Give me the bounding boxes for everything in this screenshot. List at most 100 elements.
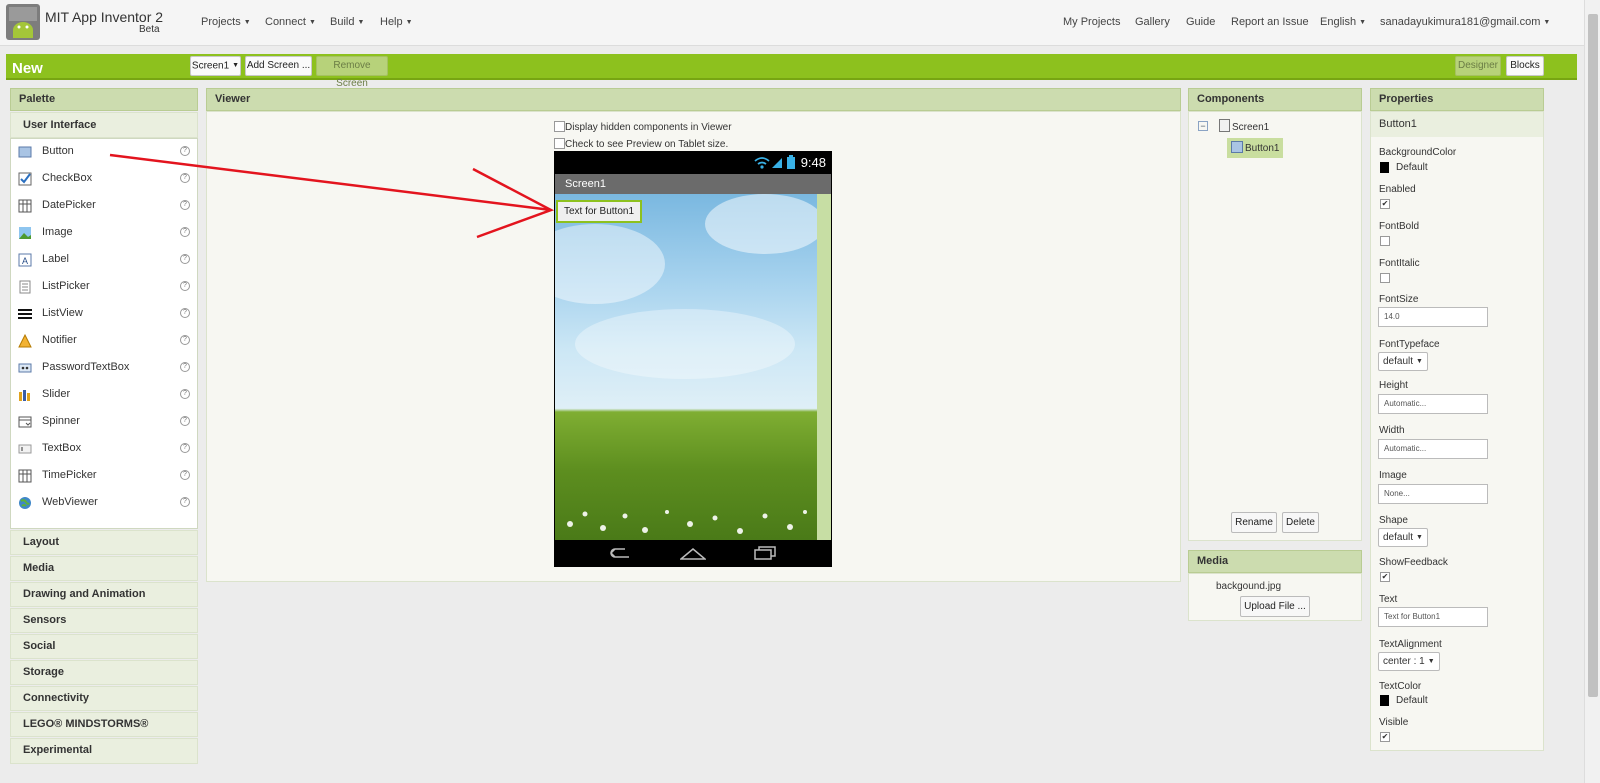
link-guide[interactable]: Guide <box>1186 16 1215 28</box>
link-report-issue[interactable]: Report an Issue <box>1231 16 1309 28</box>
palette-item-passwordtextbox[interactable]: PasswordTextBox ? <box>11 355 197 382</box>
palette-item-datepicker[interactable]: DatePicker ? <box>11 193 197 220</box>
prop-backgroundcolor-value[interactable]: Default <box>1396 162 1428 173</box>
prop-fontbold-checkbox[interactable] <box>1380 236 1390 246</box>
palette-item-listview[interactable]: ListView ? <box>11 301 197 328</box>
wifi-icon <box>754 156 770 172</box>
menu-account[interactable]: sanadayukimura181@gmail.com ▼ <box>1380 16 1550 28</box>
palette-item-checkbox[interactable]: CheckBox ? <box>11 166 197 193</box>
display-hidden-checkbox[interactable] <box>554 121 565 132</box>
project-toolbar <box>6 54 1577 80</box>
caret-down-icon: ▼ <box>1543 18 1551 26</box>
remove-screen-button[interactable]: Remove Screen <box>316 56 388 89</box>
palette-item-webviewer[interactable]: WebViewer ? <box>11 490 197 517</box>
delete-button[interactable]: Delete <box>1282 512 1319 533</box>
help-icon[interactable]: ? <box>180 335 190 345</box>
prop-textalignment-select[interactable]: center : 1 ▼ <box>1378 652 1440 671</box>
collapse-icon[interactable]: − <box>1198 121 1208 131</box>
prop-image-input[interactable]: None... <box>1378 484 1488 504</box>
caret-down-icon: ▼ <box>308 18 316 26</box>
palette-item-timepicker[interactable]: TimePicker ? <box>11 463 197 490</box>
palette-item-textbox[interactable]: TextBox ? <box>11 436 197 463</box>
button1-preview[interactable]: Text for Button1 <box>556 200 642 223</box>
palette-item-slider[interactable]: Slider ? <box>11 382 197 409</box>
prop-height-input[interactable]: Automatic... <box>1378 394 1488 414</box>
menu-build[interactable]: Build ▼ <box>330 16 364 28</box>
category-layout[interactable]: Layout <box>10 530 198 555</box>
signal-icon <box>771 156 783 172</box>
prop-fontitalic-checkbox[interactable] <box>1380 273 1390 283</box>
media-header: Media <box>1188 550 1362 573</box>
select-value: default <box>1383 532 1414 544</box>
tree-item-button1-selected[interactable]: Button1 <box>1227 138 1283 158</box>
menu-language[interactable]: English ▼ <box>1320 16 1366 28</box>
rename-button[interactable]: Rename <box>1231 512 1277 533</box>
upload-file-button[interactable]: Upload File ... <box>1240 596 1310 617</box>
help-icon[interactable]: ? <box>180 254 190 264</box>
palette-item-spinner[interactable]: Spinner ? <box>11 409 197 436</box>
prop-textcolor-value[interactable]: Default <box>1396 695 1428 706</box>
prop-enabled-checkbox[interactable]: ✔ <box>1380 199 1390 209</box>
category-media[interactable]: Media <box>10 556 198 581</box>
app-inventor-logo[interactable] <box>6 4 40 40</box>
prop-visible-label: Visible <box>1379 717 1409 728</box>
link-gallery[interactable]: Gallery <box>1135 16 1170 28</box>
prop-width-label: Width <box>1379 425 1405 436</box>
page-scrollbar[interactable] <box>1584 0 1600 783</box>
prop-fonttypeface-select[interactable]: default ▼ <box>1378 352 1428 371</box>
prop-visible-checkbox[interactable]: ✔ <box>1380 732 1390 742</box>
palette-item-label: ListPicker <box>42 280 90 292</box>
palette-item-label[interactable]: A Label ? <box>11 247 197 274</box>
prop-showfeedback-checkbox[interactable]: ✔ <box>1380 572 1390 582</box>
help-icon[interactable]: ? <box>180 443 190 453</box>
category-lego-mindstorms[interactable]: LEGO® MINDSTORMS® <box>10 712 198 737</box>
prop-shape-select[interactable]: default ▼ <box>1378 528 1428 547</box>
blocks-button[interactable]: Blocks <box>1506 56 1544 76</box>
prop-text-label: Text <box>1379 594 1398 605</box>
category-social[interactable]: Social <box>10 634 198 659</box>
prop-fontsize-input[interactable]: 14.0 <box>1378 307 1488 327</box>
category-storage[interactable]: Storage <box>10 660 198 685</box>
tree-item-screen1[interactable]: Screen1 <box>1232 122 1269 133</box>
category-drawing-animation[interactable]: Drawing and Animation <box>10 582 198 607</box>
help-icon[interactable]: ? <box>180 497 190 507</box>
help-icon[interactable]: ? <box>180 389 190 399</box>
help-icon[interactable]: ? <box>180 362 190 372</box>
palette-item-notifier[interactable]: Notifier ? <box>11 328 197 355</box>
palette-item-button[interactable]: Button ? <box>11 139 197 166</box>
background-color-swatch[interactable] <box>1380 162 1389 173</box>
tablet-preview-checkbox[interactable] <box>554 138 565 149</box>
category-user-interface[interactable]: User Interface <box>10 112 198 138</box>
designer-button[interactable]: Designer <box>1455 56 1501 76</box>
add-screen-button[interactable]: Add Screen ... <box>245 56 312 76</box>
menu-help[interactable]: Help ▼ <box>380 16 413 28</box>
help-icon[interactable]: ? <box>180 470 190 480</box>
text-color-swatch[interactable] <box>1380 695 1389 706</box>
palette-item-label: Notifier <box>42 334 77 346</box>
help-icon[interactable]: ? <box>180 281 190 291</box>
scrollbar-thumb[interactable] <box>1588 14 1598 697</box>
media-file[interactable]: backgound.jpg <box>1216 581 1281 592</box>
help-icon[interactable]: ? <box>180 308 190 318</box>
link-my-projects[interactable]: My Projects <box>1063 16 1120 28</box>
caret-down-icon: ▼ <box>232 62 240 69</box>
category-sensors[interactable]: Sensors <box>10 608 198 633</box>
category-experimental[interactable]: Experimental <box>10 738 198 764</box>
screen-select[interactable]: Screen1 ▼ <box>190 56 241 76</box>
palette-item-image[interactable]: Image ? <box>11 220 197 247</box>
caret-down-icon: ▼ <box>1416 358 1423 365</box>
menu-label: sanadayukimura181@gmail.com <box>1380 16 1541 28</box>
prop-height-label: Height <box>1379 380 1408 391</box>
prop-text-input[interactable]: Text for Button1 <box>1378 607 1488 627</box>
prop-showfeedback-label: ShowFeedback <box>1379 557 1448 568</box>
help-icon[interactable]: ? <box>180 200 190 210</box>
palette-item-listpicker[interactable]: ListPicker ? <box>11 274 197 301</box>
menu-connect[interactable]: Connect ▼ <box>265 16 316 28</box>
menu-projects[interactable]: Projects ▼ <box>201 16 251 28</box>
help-icon[interactable]: ? <box>180 146 190 156</box>
help-icon[interactable]: ? <box>180 416 190 426</box>
help-icon[interactable]: ? <box>180 173 190 183</box>
category-connectivity[interactable]: Connectivity <box>10 686 198 711</box>
help-icon[interactable]: ? <box>180 227 190 237</box>
prop-width-input[interactable]: Automatic... <box>1378 439 1488 459</box>
